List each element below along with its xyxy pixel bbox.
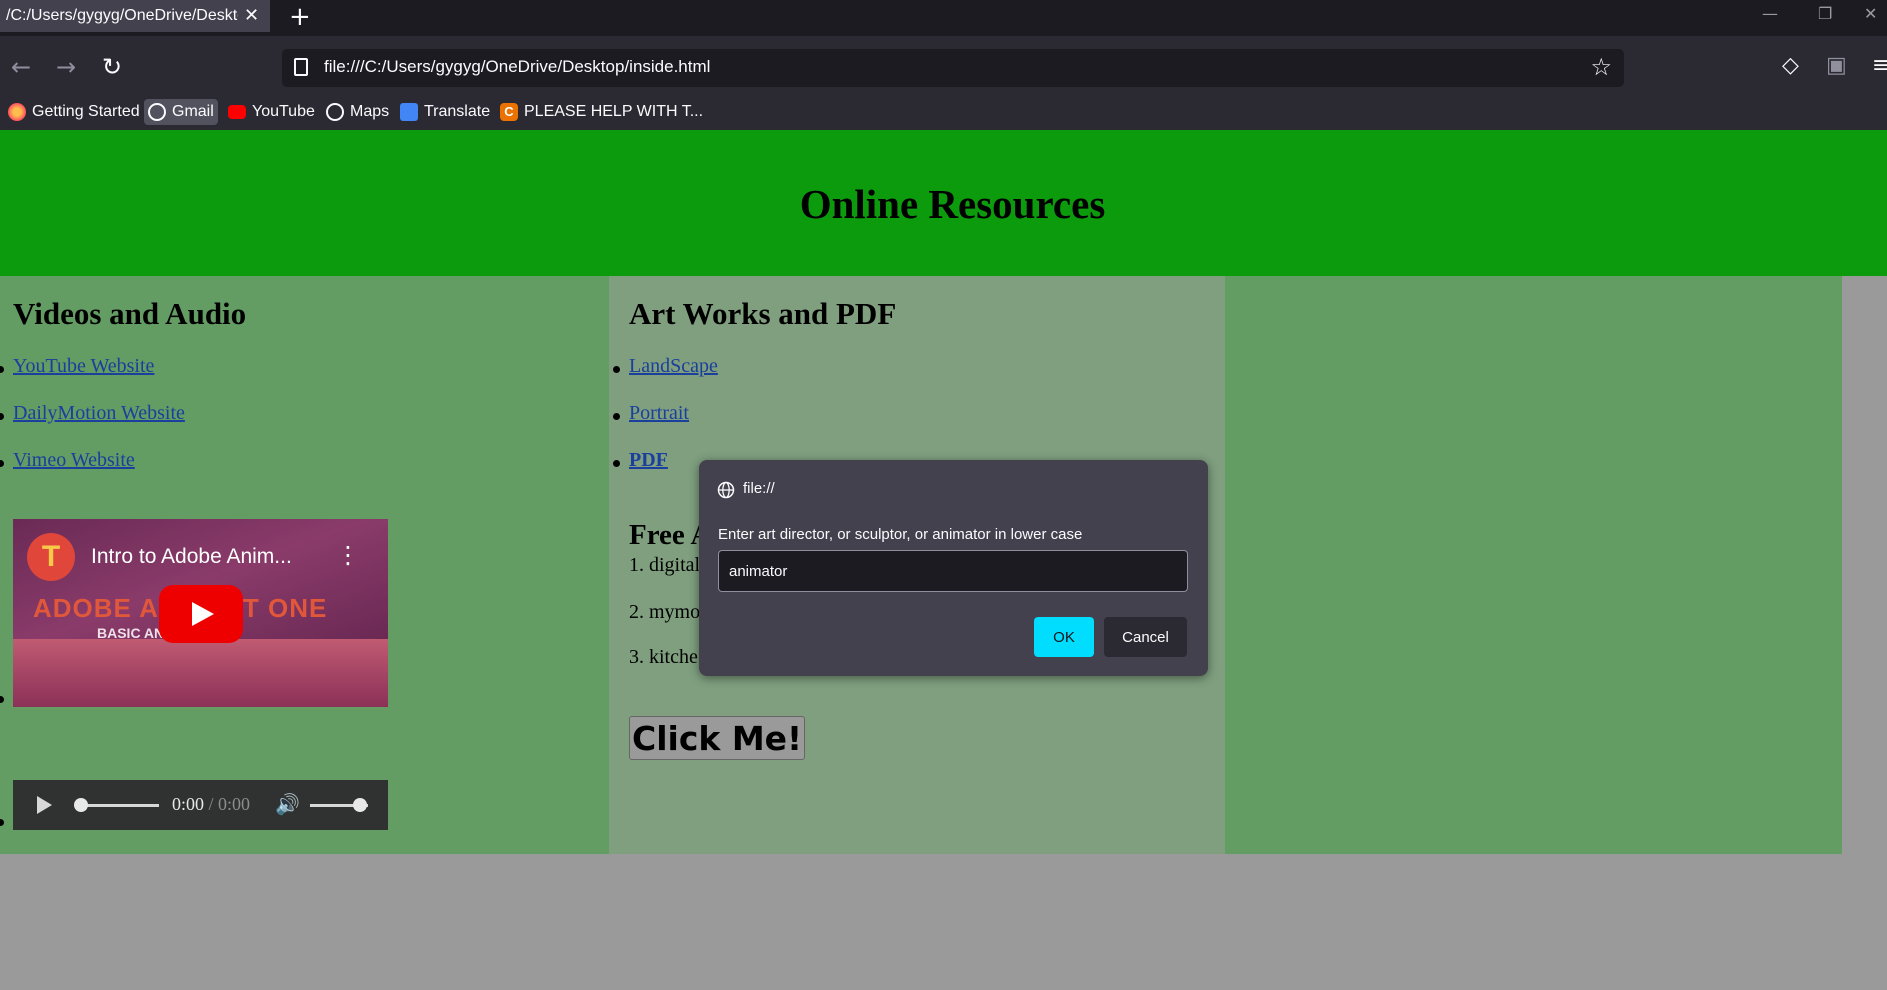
audio-duration: 0:00: [218, 794, 251, 814]
list-bullet: [0, 366, 4, 373]
portrait-link[interactable]: Portrait: [629, 402, 689, 425]
globe-icon: [717, 481, 735, 499]
url-bar[interactable]: file:///C:/Users/gygyg/OneDrive/Desktop/…: [282, 49, 1624, 87]
minimize-window-icon[interactable]: —: [1762, 4, 1778, 23]
youtube-website-link[interactable]: YouTube Website: [13, 355, 154, 378]
audio-time-separator: /: [204, 794, 219, 814]
bookmark-label: PLEASE HELP WITH T...: [524, 103, 704, 120]
bookmark-label: Getting Started: [32, 103, 140, 120]
back-arrow-icon[interactable]: ←: [11, 53, 31, 81]
youtube-video-embed[interactable]: T Intro to Adobe Anim... ⋮ ADOBE AN PART…: [13, 519, 388, 707]
audio-play-icon[interactable]: [37, 796, 52, 814]
list-bullet: [0, 696, 4, 703]
new-tab-button[interactable]: +: [289, 2, 311, 32]
bookmark-label: Gmail: [172, 103, 214, 120]
browser-tab[interactable]: /C:/Users/gygyg/OneDrive/Desktop/inside.…: [0, 0, 270, 32]
video-title[interactable]: Intro to Adobe Anim...: [91, 545, 292, 569]
bookmark-maps[interactable]: Maps: [322, 99, 393, 125]
bookmarks-bar: Getting Started Gmail YouTube Maps Trans…: [0, 94, 1887, 130]
bookmark-star-icon[interactable]: ☆: [1590, 53, 1612, 81]
close-window-icon[interactable]: ✕: [1864, 4, 1877, 23]
play-video-icon[interactable]: [159, 585, 243, 643]
list-bullet: [0, 819, 4, 826]
bookmark-gmail[interactable]: Gmail: [144, 99, 218, 125]
list-bullet: [613, 413, 620, 420]
bookmark-please-help[interactable]: C PLEASE HELP WITH T...: [496, 99, 707, 125]
chegg-icon: C: [500, 103, 518, 121]
dialog-origin: file://: [743, 480, 775, 497]
bookmark-label: YouTube: [252, 103, 315, 120]
volume-handle[interactable]: [353, 798, 367, 812]
artworks-pdf-heading: Art Works and PDF: [629, 296, 897, 331]
list-bullet: [613, 460, 620, 467]
close-tab-icon[interactable]: ✕: [244, 5, 259, 26]
cancel-button[interactable]: Cancel: [1104, 617, 1187, 657]
forward-arrow-icon[interactable]: →: [56, 53, 76, 81]
empty-column: [1225, 276, 1842, 854]
prompt-input[interactable]: [718, 550, 1188, 592]
tab-strip: /C:/Users/gygyg/OneDrive/Desktop/inside.…: [0, 0, 1887, 36]
video-thumbnail-art: [13, 639, 388, 707]
extensions-icon[interactable]: ▣: [1826, 53, 1847, 78]
more-options-icon[interactable]: ⋮: [336, 541, 360, 569]
landscape-link[interactable]: LandScape: [629, 355, 718, 378]
list-bullet: [0, 460, 4, 467]
bookmark-translate[interactable]: Translate: [396, 99, 494, 125]
page-header: Online Resources: [0, 130, 1887, 276]
reload-icon[interactable]: ↻: [102, 53, 122, 81]
list-bullet: [0, 413, 4, 420]
youtube-icon: [228, 105, 246, 119]
list-item: 3. kitche: [629, 646, 698, 668]
bookmark-label: Maps: [350, 103, 390, 120]
url-text[interactable]: file:///C:/Users/gygyg/OneDrive/Desktop/…: [324, 57, 710, 77]
audio-time: 0:00 / 0:00: [172, 794, 250, 815]
audio-player[interactable]: 0:00 / 0:00 🔊: [13, 780, 388, 830]
list-item: 2. mymo: [629, 601, 701, 623]
prompt-dialog: file:// Enter art director, or sculptor,…: [699, 460, 1208, 676]
page-title: Online Resources: [799, 181, 1106, 227]
restore-window-icon[interactable]: ❐: [1818, 4, 1832, 23]
volume-icon[interactable]: 🔊: [275, 792, 300, 816]
click-me-button[interactable]: Click Me!: [629, 716, 806, 760]
list-bullet: [613, 366, 620, 373]
audio-seek-handle[interactable]: [74, 798, 88, 812]
audio-seek-bar[interactable]: [79, 804, 159, 807]
firefox-icon: [8, 103, 26, 121]
bookmark-label: Translate: [424, 103, 491, 120]
globe-icon: [326, 103, 344, 121]
pdf-link[interactable]: PDF: [629, 449, 668, 472]
dialog-message: Enter art director, or sculptor, or anim…: [718, 526, 1083, 543]
tab-title: /C:/Users/gygyg/OneDrive/Desktop/inside.…: [6, 7, 238, 24]
translate-icon: [400, 103, 418, 121]
bookmark-youtube[interactable]: YouTube: [224, 99, 319, 125]
list-item: 1. digital: [629, 554, 701, 576]
dailymotion-website-link[interactable]: DailyMotion Website: [13, 402, 185, 425]
ok-button[interactable]: OK: [1034, 617, 1094, 657]
globe-icon: [148, 103, 166, 121]
audio-current-time: 0:00: [172, 794, 205, 814]
videos-audio-heading: Videos and Audio: [13, 296, 247, 331]
navigation-toolbar: ← → ↻ file:///C:/Users/gygyg/OneDrive/De…: [0, 36, 1887, 100]
vimeo-website-link[interactable]: Vimeo Website: [13, 449, 135, 472]
bookmark-getting-started[interactable]: Getting Started: [4, 99, 144, 125]
menu-icon[interactable]: ≡: [1872, 53, 1887, 78]
videos-audio-column: Videos and Audio YouTube Website DailyMo…: [0, 276, 609, 854]
pocket-icon[interactable]: ◇: [1782, 53, 1799, 78]
page-icon: [294, 58, 308, 76]
channel-avatar[interactable]: T: [27, 533, 75, 581]
